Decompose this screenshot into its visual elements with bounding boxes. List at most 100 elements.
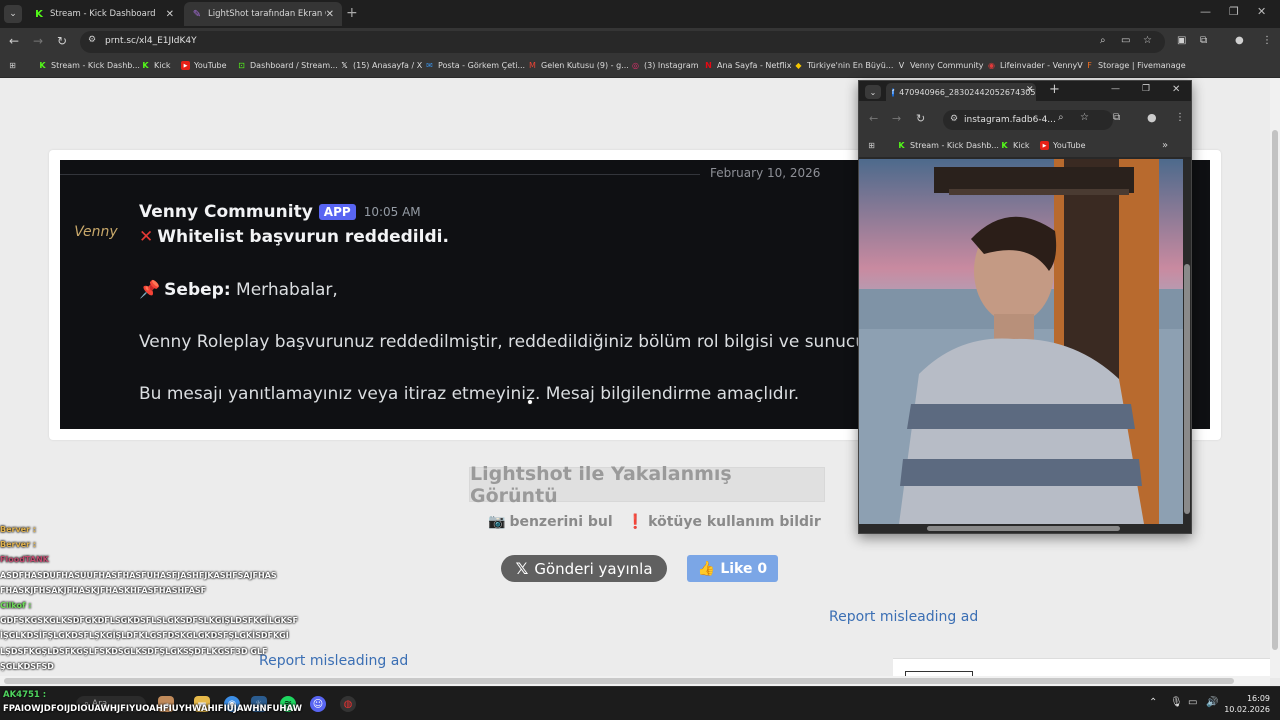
new-tab-button[interactable]: + (346, 5, 358, 21)
bookmark-item[interactable]: K Kick (141, 61, 170, 70)
image-actions: 📷 benzerini bul ❗ kötüye kullanım bildir (488, 514, 821, 530)
site-info-icon[interactable]: ⚙ (88, 35, 96, 45)
popup-toolbar: ← → ↻ ⚙ instagram.fadb6-4... ⌕ ☆ ⧉ ● ⋮ (859, 101, 1191, 137)
chat-message: FHASKJFHSAKJFHASKJFHASKHFASFHASHFASF (0, 585, 207, 595)
zoom-icon[interactable]: ⌕ (1100, 35, 1106, 46)
browser-tabbar: ⌄ K Stream - Kick Dashboard ✕ ✎ LightSho… (0, 0, 1280, 28)
site-info-icon[interactable]: ⚙ (950, 114, 958, 124)
minimize-icon[interactable]: — (1200, 5, 1211, 18)
tab-lightshot[interactable]: ✎ LightShot tarafından Ekran Görü ✕ (184, 2, 342, 26)
popup-scrollbar-vertical[interactable] (1183, 159, 1191, 524)
bookmark-item[interactable]: K Stream - Kick Dashb... (897, 141, 999, 150)
bookmark-item[interactable]: ◎ (3) Instagram (631, 61, 699, 70)
address-bar[interactable]: ⚙ prnt.sc/xl4_E1JIdK4Y (80, 31, 1165, 53)
find-similar-link[interactable]: 📷 benzerini bul (488, 514, 613, 530)
bookmark-item[interactable]: 𝕏 (15) Anasayfa / X (340, 61, 422, 70)
kick-icon: K (1001, 141, 1008, 150)
reload-icon[interactable]: ↻ (57, 34, 67, 48)
page-title: Lightshot ile Yakalanmış Görüntü (469, 463, 825, 507)
scrollbar-thumb[interactable] (1272, 130, 1278, 650)
new-tab-button[interactable]: + (1049, 82, 1060, 97)
chat-message: FloodTANK (0, 555, 49, 565)
popup-scrollbar-horizontal[interactable] (859, 524, 1191, 533)
popup-bookmarks-bar: ⊞ K Stream - Kick Dashb... K Kick ▶ YouTube… (859, 137, 1191, 157)
zoom-icon[interactable]: ⌕ (1058, 112, 1064, 123)
forward-icon[interactable]: → (892, 112, 901, 125)
bookmark-item[interactable]: ⊡ Dashboard / Stream... (237, 61, 338, 70)
back-icon[interactable]: ← (869, 112, 878, 125)
tray-chevron-icon[interactable]: ⌃ (1149, 697, 1157, 708)
bookmark-item[interactable]: F Storage | Fivemanage (1085, 61, 1185, 70)
obs-icon[interactable]: ◍ (340, 696, 356, 712)
volume-icon[interactable]: 🔊 (1206, 697, 1218, 708)
profile-icon[interactable]: ● (1235, 35, 1244, 46)
report-ad-link[interactable]: Report misleading ad (829, 609, 978, 625)
extension-icon[interactable]: ▣ (1177, 35, 1186, 46)
report-abuse-link[interactable]: ❗ kötüye kullanım bildir (627, 514, 821, 530)
extension-icon[interactable]: ⧉ (1113, 112, 1120, 123)
bookmark-item[interactable]: K Kick (1000, 141, 1029, 150)
bookmark-item[interactable]: ▶ YouTube (1040, 141, 1086, 150)
forward-icon[interactable]: → (33, 34, 43, 48)
tab-search-button[interactable]: ⌄ (4, 5, 22, 23)
kick-icon: K (35, 8, 43, 20)
maximize-icon[interactable]: ❐ (1142, 84, 1150, 94)
discord-icon[interactable]: ☺ (310, 696, 326, 712)
profile-photo[interactable] (859, 159, 1183, 524)
close-window-icon[interactable]: ✕ (1257, 5, 1266, 18)
apps-grid-icon[interactable]: ⊞ (867, 141, 880, 150)
windows-taskbar: ⌕ Ara ☁ ▬ ◉ ♨ ≋ ☺ ◍ ⌃ 🎙 ▭ 🔊 16:09 10.02.… (0, 686, 1280, 720)
close-icon[interactable]: ✕ (166, 9, 174, 20)
bookmark-item[interactable]: N Ana Sayfa - Netflix (704, 61, 791, 70)
puzzle-icon[interactable]: ⧉ (1200, 35, 1207, 46)
maximize-icon[interactable]: ❐ (1229, 5, 1239, 18)
network-icon[interactable]: ▭ (1188, 697, 1197, 708)
menu-icon[interactable]: ⋮ (1175, 112, 1185, 123)
facebook-like-button[interactable]: 👍 Like 0 (687, 555, 778, 582)
bookmark-item[interactable]: ◉ Lifeinvader - VennyV (987, 61, 1083, 70)
x-logo-icon: 𝕏 (515, 559, 529, 578)
system-clock[interactable]: 16:09 10.02.2026 (1222, 693, 1270, 715)
scrollbar-thumb[interactable] (1184, 264, 1190, 514)
instagram-icon: ◎ (632, 61, 639, 70)
minimize-icon[interactable]: — (1111, 84, 1120, 94)
back-icon[interactable]: ← (9, 34, 19, 48)
scrollbar-thumb[interactable] (927, 526, 1120, 531)
message-line: 📌 Sebep: Merhabalar, (139, 280, 338, 300)
profile-icon[interactable]: ● (1147, 111, 1157, 124)
bookmark-item[interactable]: ✉ Posta - Görkem Çeti... (425, 61, 525, 70)
kick-icon: K (898, 141, 905, 150)
tab-kick-dashboard[interactable]: K Stream - Kick Dashboard ✕ (26, 2, 182, 26)
thumbs-up-icon: 👍 (697, 560, 716, 577)
tab-search-button[interactable]: ⌄ (865, 85, 881, 99)
close-window-icon[interactable]: ✕ (1172, 84, 1180, 95)
pushpin-icon: 📌 (139, 280, 161, 300)
bookmark-item[interactable]: ▶ YouTube (181, 61, 227, 70)
message-date: February 10, 2026 (710, 166, 821, 180)
x-share-button[interactable]: 𝕏 Gönderi yayınla (501, 555, 667, 582)
popup-tab[interactable]: f 470940966_28302442052674305... (886, 83, 1036, 101)
mouse-cursor (527, 399, 533, 405)
reload-icon[interactable]: ↻ (916, 112, 925, 125)
close-icon[interactable]: ✕ (326, 9, 334, 20)
microphone-icon[interactable]: 🎙 (1170, 697, 1183, 708)
close-icon[interactable]: ✕ (1026, 85, 1034, 95)
bookmark-item[interactable]: V Venny Community (897, 61, 984, 70)
chat-message: İŞGLKDSİFŞLGKDSFLŞKGİŞLDFKLGSFDSKGLGKDSF… (0, 631, 289, 641)
venny-icon: V (898, 61, 905, 70)
menu-icon[interactable]: ⋮ (1262, 35, 1272, 46)
message-line: Bu mesajı yanıtlamayınız veya itiraz etm… (139, 384, 800, 404)
popup-tabbar: ⌄ f 470940966_28302442052674305... ✕ + —… (859, 81, 1191, 101)
bookmark-item[interactable]: M Gelen Kutusu (9) - g... (528, 61, 629, 70)
more-bookmarks-icon[interactable]: » (1162, 140, 1168, 151)
page-scrollbar-vertical[interactable] (1270, 78, 1280, 678)
message-line: Venny Roleplay başvurunuz reddedilmiştir… (139, 332, 909, 352)
bookmark-star-icon[interactable]: ☆ (1080, 112, 1089, 123)
bookmark-item[interactable]: ◆ Türkiye'nin En Büyü... (794, 61, 893, 70)
bookmark-item[interactable]: K Stream - Kick Dashb... (38, 61, 140, 70)
cast-icon[interactable]: ▭ (1121, 35, 1130, 46)
apps-grid-icon[interactable]: ⊞ (8, 61, 21, 70)
bookmark-star-icon[interactable]: ☆ (1143, 35, 1152, 46)
gmail-icon: M (529, 61, 536, 70)
youtube-icon: ▶ (181, 61, 190, 70)
